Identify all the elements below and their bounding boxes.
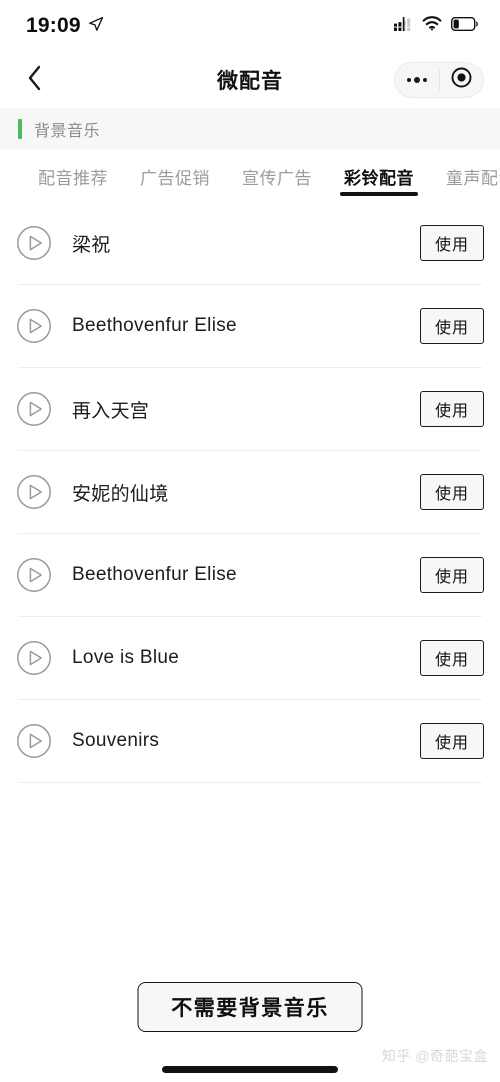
cellular-signal-icon xyxy=(394,16,413,36)
status-bar-right xyxy=(394,16,478,36)
tab-tongsheng-peiyin[interactable]: 童声配音 xyxy=(430,150,500,202)
navigation-bar: 微配音 xyxy=(0,52,500,108)
play-circle-icon[interactable] xyxy=(16,723,52,759)
tab-label: 广告促销 xyxy=(140,168,210,188)
miniprogram-capsule xyxy=(394,62,484,98)
section-title: 背景音乐 xyxy=(34,123,101,140)
song-title: 安妮的仙境 xyxy=(72,483,169,505)
tab-xuanchuan-guanggao[interactable]: 宣传广告 xyxy=(226,150,328,202)
status-bar-left: 19:09 xyxy=(26,14,104,38)
use-button[interactable]: 使用 xyxy=(420,225,484,261)
play-circle-icon[interactable] xyxy=(16,640,52,676)
use-button[interactable]: 使用 xyxy=(420,474,484,510)
list-item[interactable]: 再入天宫 使用 xyxy=(16,368,484,450)
play-circle-icon[interactable] xyxy=(16,474,52,510)
use-button[interactable]: 使用 xyxy=(420,557,484,593)
play-circle-icon[interactable] xyxy=(16,391,52,427)
no-background-music-button[interactable]: 不需要背景音乐 xyxy=(137,982,363,1032)
target-circle-icon xyxy=(451,67,472,93)
list-item[interactable]: Beethovenfur Elise 使用 xyxy=(16,285,484,367)
watermark: 知乎 @奇葩宝盒 xyxy=(381,1048,488,1064)
use-button[interactable]: 使用 xyxy=(420,723,484,759)
tab-label: 彩铃配音 xyxy=(344,168,414,188)
use-button[interactable]: 使用 xyxy=(420,640,484,676)
category-tabs: 配音推荐 广告促销 宣传广告 彩铃配音 童声配音 xyxy=(0,150,500,202)
back-button[interactable] xyxy=(14,60,54,100)
wifi-icon xyxy=(422,16,442,36)
status-time: 19:09 xyxy=(26,14,81,37)
list-item[interactable]: 梁祝 使用 xyxy=(16,202,484,284)
section-accent-bar xyxy=(18,119,22,139)
list-divider xyxy=(18,782,482,783)
list-item[interactable]: 安妮的仙境 使用 xyxy=(16,451,484,533)
more-menu-button[interactable] xyxy=(395,63,439,97)
app-screen: 19:09 微配音 背景音乐 配音推荐 广告促销 宣传广告 彩铃配音 童声配 梁… xyxy=(0,0,500,1082)
play-circle-icon[interactable] xyxy=(16,557,52,593)
close-miniprogram-button[interactable] xyxy=(440,63,484,97)
tab-guanggao-cuxiao[interactable]: 广告促销 xyxy=(124,150,226,202)
use-button[interactable]: 使用 xyxy=(420,308,484,344)
song-title: 梁祝 xyxy=(72,234,111,256)
list-item[interactable]: Souvenirs 使用 xyxy=(16,700,484,782)
use-button[interactable]: 使用 xyxy=(420,391,484,427)
section-header: 背景音乐 xyxy=(0,108,500,150)
song-title: Beethovenfur Elise xyxy=(72,564,237,585)
bottom-bar: 不需要背景音乐 知乎 @奇葩宝盒 xyxy=(0,972,500,1082)
tab-label: 配音推荐 xyxy=(38,168,108,188)
list-item[interactable]: Beethovenfur Elise 使用 xyxy=(16,534,484,616)
status-bar: 19:09 xyxy=(0,0,500,52)
list-item[interactable]: Love is Blue 使用 xyxy=(16,617,484,699)
battery-low-icon xyxy=(450,16,478,36)
play-circle-icon[interactable] xyxy=(16,308,52,344)
home-indicator[interactable] xyxy=(162,1066,338,1073)
chevron-left-icon xyxy=(26,64,43,97)
more-dots-icon xyxy=(406,77,427,83)
tab-label: 宣传广告 xyxy=(242,168,312,188)
song-title: Beethovenfur Elise xyxy=(72,315,237,336)
song-title: Love is Blue xyxy=(72,647,180,668)
song-title: 再入天宫 xyxy=(72,400,150,422)
tab-cailing-peiyin[interactable]: 彩铃配音 xyxy=(328,150,430,202)
play-circle-icon[interactable] xyxy=(16,225,52,261)
tab-peiyin-tuijian[interactable]: 配音推荐 xyxy=(22,150,124,202)
location-arrow-icon xyxy=(88,16,104,37)
music-list: 梁祝 使用 Beethovenfur Elise 使用 再入天宫 使用 安妮的仙… xyxy=(0,202,500,783)
tab-label: 童声配音 xyxy=(446,168,500,188)
song-title: Souvenirs xyxy=(72,730,160,751)
